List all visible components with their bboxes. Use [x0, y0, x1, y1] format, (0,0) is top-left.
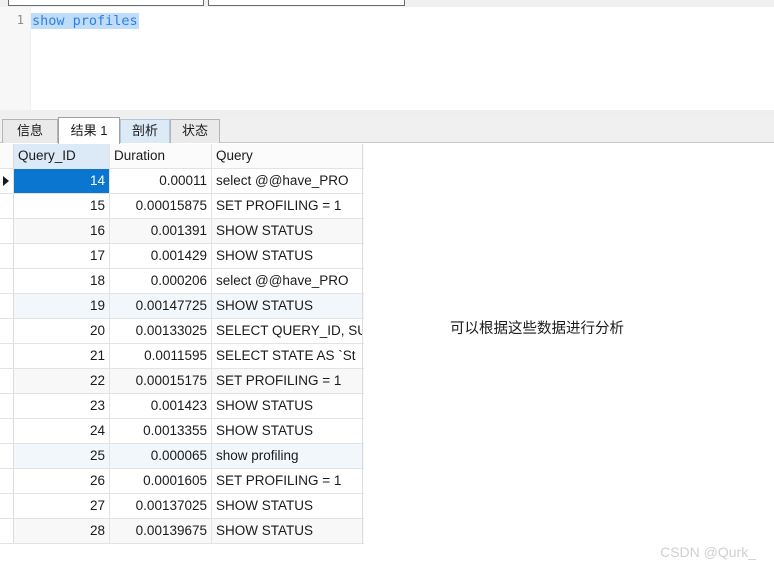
cell-duration[interactable]: 0.00015875	[110, 194, 212, 218]
results-tabbar: 信息 结果 1 剖析 状态	[0, 117, 774, 144]
table-row[interactable]: 20 0.00133025 SELECT QUERY_ID, SU	[0, 319, 364, 344]
table-row[interactable]: 15 0.00015875 SET PROFILING = 1	[0, 194, 364, 219]
tab-result-1[interactable]: 结果 1	[58, 117, 120, 144]
cell-duration[interactable]: 0.0001605	[110, 469, 212, 493]
row-indicator[interactable]	[0, 294, 14, 318]
table-row[interactable]: 18 0.000206 select @@have_PRO	[0, 269, 364, 294]
table-row[interactable]: 21 0.0011595 SELECT STATE AS `St	[0, 344, 364, 369]
row-indicator[interactable]	[0, 394, 14, 418]
column-header-query[interactable]: Query	[212, 144, 363, 168]
editor-gutter: 1	[0, 7, 31, 110]
cell-query-id[interactable]: 15	[14, 194, 110, 218]
grid-header-gutter	[0, 144, 14, 168]
row-indicator[interactable]	[0, 319, 14, 343]
tab-status[interactable]: 状态	[170, 119, 220, 143]
row-indicator[interactable]	[0, 244, 14, 268]
cell-query-id[interactable]: 22	[14, 369, 110, 393]
cell-query-id[interactable]: 28	[14, 519, 110, 543]
cell-query-id[interactable]: 19	[14, 294, 110, 318]
editor-code-line[interactable]: show profiles	[31, 13, 139, 29]
row-indicator[interactable]	[0, 469, 14, 493]
row-indicator[interactable]	[0, 169, 14, 193]
cell-duration[interactable]: 0.001429	[110, 244, 212, 268]
toolbar-strip	[0, 0, 774, 7]
editor-content-area[interactable]	[31, 7, 774, 110]
cell-query[interactable]: SHOW STATUS	[212, 294, 363, 318]
cell-query-id[interactable]: 26	[14, 469, 110, 493]
cell-duration[interactable]: 0.001391	[110, 219, 212, 243]
results-pane: Query_ID Duration Query 14 0.00011 selec…	[0, 143, 774, 574]
cell-query[interactable]: select @@have_PRO	[212, 169, 363, 193]
cell-duration[interactable]: 0.00137025	[110, 494, 212, 518]
row-indicator[interactable]	[0, 419, 14, 443]
table-row[interactable]: 27 0.00137025 SHOW STATUS	[0, 494, 364, 519]
table-row[interactable]: 19 0.00147725 SHOW STATUS	[0, 294, 364, 319]
cell-query-id[interactable]: 16	[14, 219, 110, 243]
row-indicator[interactable]	[0, 194, 14, 218]
column-header-query-id[interactable]: Query_ID	[14, 144, 110, 168]
cell-duration[interactable]: 0.00147725	[110, 294, 212, 318]
row-indicator[interactable]	[0, 269, 14, 293]
cell-duration[interactable]: 0.001423	[110, 394, 212, 418]
cell-duration[interactable]: 0.00011	[110, 169, 212, 193]
table-row[interactable]: 26 0.0001605 SET PROFILING = 1	[0, 469, 364, 494]
cell-query[interactable]: SET PROFILING = 1	[212, 369, 363, 393]
table-row[interactable]: 14 0.00011 select @@have_PRO	[0, 169, 364, 194]
row-indicator[interactable]	[0, 519, 14, 543]
cell-query[interactable]: SHOW STATUS	[212, 244, 363, 268]
sql-editor[interactable]: 1 show profiles	[0, 7, 774, 111]
tab-info[interactable]: 信息	[2, 119, 58, 143]
cell-query[interactable]: SHOW STATUS	[212, 519, 363, 543]
toolbar-input-right[interactable]	[208, 0, 405, 6]
cell-query[interactable]: SET PROFILING = 1	[212, 469, 363, 493]
editor-line-number: 1	[16, 13, 24, 27]
table-row[interactable]: 16 0.001391 SHOW STATUS	[0, 219, 364, 244]
row-indicator[interactable]	[0, 369, 14, 393]
cell-query[interactable]: SHOW STATUS	[212, 219, 363, 243]
row-indicator[interactable]	[0, 344, 14, 368]
cell-query-id[interactable]: 25	[14, 444, 110, 468]
watermark: CSDN @Qurk_	[660, 544, 756, 560]
cell-duration[interactable]: 0.00015175	[110, 369, 212, 393]
cell-query[interactable]: SELECT STATE AS `St	[212, 344, 363, 368]
row-indicator[interactable]	[0, 219, 14, 243]
cell-query[interactable]: SHOW STATUS	[212, 494, 363, 518]
cell-query-id[interactable]: 18	[14, 269, 110, 293]
pane-separator	[0, 110, 774, 117]
toolbar-input-left[interactable]	[8, 0, 204, 6]
cell-duration[interactable]: 0.00133025	[110, 319, 212, 343]
cell-query-id[interactable]: 20	[14, 319, 110, 343]
cell-query[interactable]: SELECT QUERY_ID, SU	[212, 319, 363, 343]
row-indicator[interactable]	[0, 494, 14, 518]
table-row[interactable]: 28 0.00139675 SHOW STATUS	[0, 519, 364, 544]
cell-query-id[interactable]: 23	[14, 394, 110, 418]
cell-query[interactable]: SHOW STATUS	[212, 419, 363, 443]
table-row[interactable]: 24 0.0013355 SHOW STATUS	[0, 419, 364, 444]
cell-query-id[interactable]: 17	[14, 244, 110, 268]
cell-query-id[interactable]: 24	[14, 419, 110, 443]
table-row[interactable]: 17 0.001429 SHOW STATUS	[0, 244, 364, 269]
row-indicator[interactable]	[0, 444, 14, 468]
cell-query-id[interactable]: 14	[14, 169, 110, 193]
cell-duration[interactable]: 0.000065	[110, 444, 212, 468]
annotation-text: 可以根据这些数据进行分析	[450, 321, 624, 337]
table-row[interactable]: 22 0.00015175 SET PROFILING = 1	[0, 369, 364, 394]
cell-query[interactable]: select @@have_PRO	[212, 269, 363, 293]
cell-duration[interactable]: 0.0011595	[110, 344, 212, 368]
column-header-duration[interactable]: Duration	[110, 144, 212, 168]
cell-duration[interactable]: 0.0013355	[110, 419, 212, 443]
tab-profile[interactable]: 剖析	[120, 119, 170, 143]
cell-duration[interactable]: 0.000206	[110, 269, 212, 293]
table-row[interactable]: 25 0.000065 show profiling	[0, 444, 364, 469]
cell-duration[interactable]: 0.00139675	[110, 519, 212, 543]
cell-query[interactable]: SHOW STATUS	[212, 394, 363, 418]
cell-query-id[interactable]: 21	[14, 344, 110, 368]
grid-header-row: Query_ID Duration Query	[0, 144, 364, 169]
cell-query[interactable]: show profiling	[212, 444, 363, 468]
current-row-arrow-icon	[3, 176, 9, 186]
cell-query[interactable]: SET PROFILING = 1	[212, 194, 363, 218]
table-row[interactable]: 23 0.001423 SHOW STATUS	[0, 394, 364, 419]
result-grid[interactable]: Query_ID Duration Query 14 0.00011 selec…	[0, 144, 364, 544]
cell-query-id[interactable]: 27	[14, 494, 110, 518]
